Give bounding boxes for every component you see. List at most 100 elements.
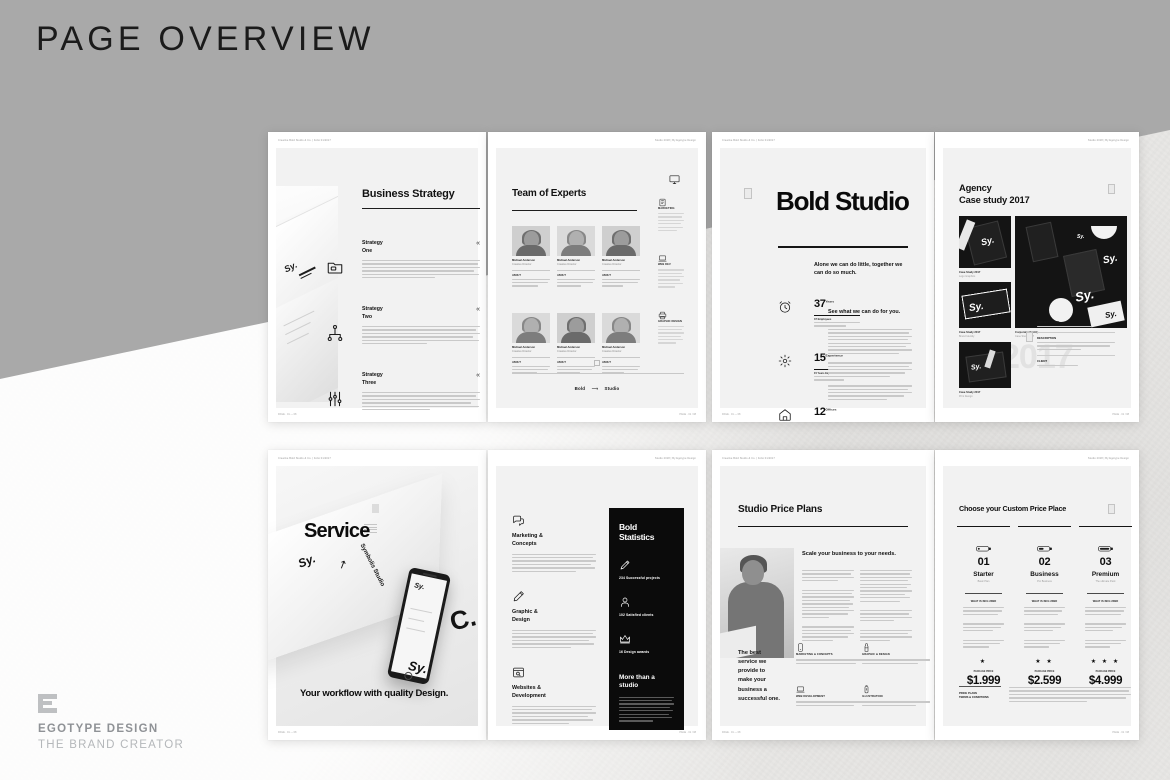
page-title-bold-studio: Bold Studio: [776, 186, 910, 216]
page-header-right: Studio 2018 | By Egotype Design: [1087, 457, 1129, 460]
panel-more-2: studio: [619, 682, 639, 690]
strategy-item-one[interactable]: Strategy One «: [362, 240, 480, 280]
strategy-label-top: Strategy: [362, 372, 383, 378]
feature-text: [796, 659, 864, 664]
page-service[interactable]: Creative Bold Studio & Co. | Folio 01/20…: [268, 450, 486, 740]
case-study-caption: Case Study 2017 Brand Identity: [959, 331, 1011, 338]
team-member[interactable]: Michael Anderson Creative Director ABOUT: [512, 313, 550, 376]
page-title-custom-price: Choose your Custom Price Place: [959, 504, 1067, 513]
member-about-label: ABOUT: [602, 360, 611, 364]
page-agency-case-study[interactable]: Studio 2018 | By Egotype Design PAGE · 0…: [935, 132, 1139, 422]
chevron-left-icon[interactable]: «: [476, 372, 480, 379]
service-block-websites[interactable]: Websites & Development: [512, 666, 596, 726]
strategy-label-bottom: Two: [362, 313, 372, 320]
page-custom-price-place[interactable]: Studio 2018 | By Egotype Design PAGE · 0…: [935, 450, 1139, 740]
strategy-item-two[interactable]: Strategy Two «: [362, 306, 480, 346]
team-member[interactable]: Michael Anderson Creative Director ABOUT: [602, 226, 640, 289]
project-info-box: PROJECT NAME DESCRIPTION CLIENT: [1037, 320, 1115, 368]
chevron-left-icon[interactable]: «: [476, 240, 480, 247]
team-member[interactable]: Michael Anderson Creative Director ABOUT: [602, 313, 640, 376]
plan-includes-label: WHAT IS INCLUDED: [1092, 599, 1119, 603]
page-bold-studio[interactable]: Creative Bold Studio & Co. | Folio 01/20…: [712, 132, 934, 422]
panel-more-1: More than a: [619, 673, 655, 681]
body-column-right: [860, 570, 912, 643]
page-header-left: Creative Bold Studio & Co. | Folio 01/20…: [722, 457, 775, 460]
feature-webdev[interactable]: WEB DEVELOPMENT: [796, 681, 864, 708]
page-canvas: Studio Price Plans Scale your business t…: [720, 466, 930, 726]
panel-stat-label: 234 Successful projects: [619, 575, 660, 580]
price-plan-starter[interactable]: 01 Starter Basic Plan WHAT IS INCLUDED ★…: [957, 526, 1010, 687]
price-plan-business[interactable]: 02 Business Pro Business WHAT IS INCLUDE…: [1018, 526, 1071, 687]
plan-number: 02: [1038, 556, 1051, 569]
plan-price: $2.599: [1027, 674, 1062, 687]
member-about-text: [557, 278, 595, 287]
strategy-label-bottom: Three: [362, 379, 377, 386]
page-business-strategy[interactable]: Creative Bold Studio & Co. | Folio 01/20…: [268, 132, 486, 422]
monitor-icon: [669, 172, 680, 184]
service-body-text: [512, 705, 596, 724]
service-block-graphic[interactable]: Graphic & Design: [512, 590, 596, 650]
page-studio-price-plans[interactable]: Creative Bold Studio & Co. | Folio 01/20…: [712, 450, 934, 740]
member-about-text: [512, 278, 550, 287]
stat-value: 12: [814, 406, 826, 418]
team-member[interactable]: Michael Anderson Creative Director ABOUT: [512, 226, 550, 289]
case-study-image[interactable]: Sy.: [959, 216, 1011, 268]
avatar: [557, 226, 595, 256]
service-head-1: Marketing &: [512, 533, 543, 539]
team-member[interactable]: Michael Anderson Creative Director ABOUT: [557, 226, 595, 289]
strategy-item-three[interactable]: Strategy Three «: [362, 372, 480, 412]
side-service-graphic[interactable]: GRAPHIC DESIGN: [658, 307, 684, 344]
price-plan-premium[interactable]: 03 Premium The ultimate Pack WHAT IS INC…: [1079, 526, 1132, 687]
side-service-label: GRAPHIC DESIGN: [658, 319, 683, 323]
chevron-left-icon[interactable]: «: [476, 306, 480, 313]
feature-marketing[interactable]: MARKETING & CONCEPTS: [796, 639, 864, 666]
feature-head: MARKETING & CONCEPTS: [796, 653, 833, 657]
plan-desc: The ultimate Pack: [1095, 580, 1116, 584]
title-underline: [738, 526, 908, 528]
case-study-caption: Case Study 2017 Print Design: [959, 391, 1011, 398]
info-text: [1037, 326, 1115, 328]
bottle-icon: [862, 639, 871, 652]
plan-price-label: PACKAGE PRICE: [1095, 669, 1116, 673]
member-role: Creative Director: [602, 263, 622, 266]
strategy-body-text: [362, 392, 480, 411]
side-service-marketing[interactable]: MARKETING: [658, 194, 684, 232]
corner-marker-square: [1108, 184, 1115, 194]
info-text: [1037, 341, 1115, 351]
case-study-image-main[interactable]: Sy. Sy. Sy. Sy.: [1015, 216, 1127, 328]
stat-unit: Years: [825, 299, 835, 304]
home-icon: [778, 408, 792, 422]
service-head-1: Websites &: [512, 685, 541, 691]
terms-label: PRICE PLANS TERMS & CONDITIONS: [959, 692, 1001, 700]
feature-text: [796, 701, 864, 706]
member-about-label: ABOUT: [512, 273, 521, 277]
service-block-marketing[interactable]: Marketing & Concepts: [512, 514, 596, 574]
member-name: Michael Anderson: [557, 346, 581, 349]
plan-desc: Basic Plan: [977, 580, 990, 584]
member-role: Creative Director: [602, 350, 622, 353]
page-title: PAGE OVERVIEW: [36, 20, 375, 58]
plan-includes-label: WHAT IS INCLUDED: [1031, 599, 1058, 603]
stat-unit: Offices: [825, 407, 837, 412]
side-service-webdev[interactable]: WEB DEV: [658, 250, 684, 288]
page-team-of-experts[interactable]: Studio 2018 | By Egotype Design PAGE · 0…: [488, 132, 706, 422]
page-header-left: Creative Bold Studio & Co. | Folio 01/20…: [278, 457, 331, 460]
page-header-left: Creative Bold Studio & Co. | Folio 01/20…: [278, 139, 331, 142]
feature-graphic[interactable]: GRAPHIC & DESIGN: [862, 639, 930, 666]
stat-value: 15: [814, 352, 826, 364]
plan-number: 03: [1099, 556, 1112, 569]
member-name: Michael Anderson: [512, 259, 536, 262]
laptop-icon: [658, 250, 667, 262]
side-service-label: WEB DEV: [658, 263, 671, 267]
page-footer-right: PAGE · 01 / 08: [679, 413, 696, 416]
strategy-body-text: [362, 326, 480, 345]
team-member[interactable]: Michael Anderson Creative Director ABOUT: [557, 313, 595, 376]
case-study-image[interactable]: Sy.: [959, 342, 1011, 388]
case-study-image[interactable]: Sy.: [959, 282, 1011, 328]
member-name: Michael Anderson: [602, 259, 626, 262]
feature-illustration[interactable]: ILLUSTRATION: [862, 681, 930, 708]
page-title-team: Team of Experts: [512, 188, 587, 199]
feature-head: WEB DEVELOPMENT: [796, 695, 825, 699]
page-footer-left: PAGE · 01 — 08: [278, 413, 297, 416]
page-bold-statistics[interactable]: Studio 2018 | By Egotype Design PAGE · 0…: [488, 450, 706, 740]
